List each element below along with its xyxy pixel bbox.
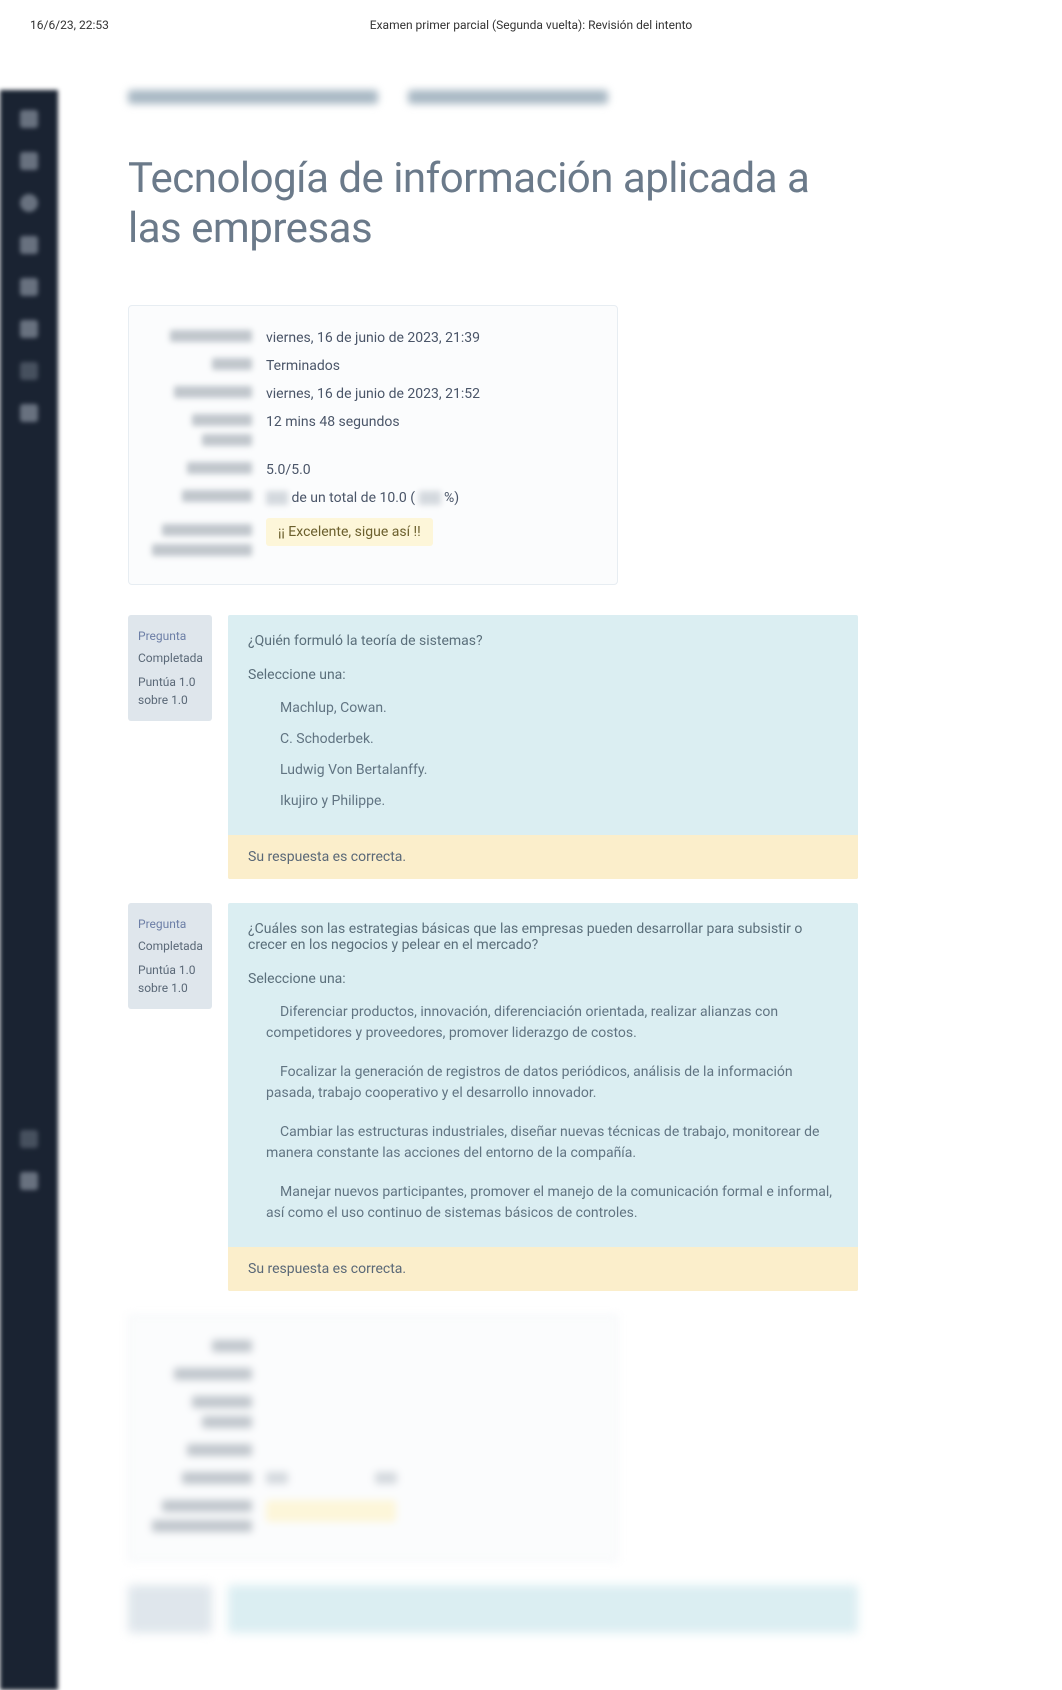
nav-icon[interactable] [20,1130,38,1148]
question-label: Pregunta [138,627,202,645]
nav-icon[interactable] [20,320,38,338]
page-title: Tecnología de información aplicada a las… [128,154,858,255]
grade-value: de un total de 10.0 ( %) [266,490,595,506]
question-block: Pregunta Completada Puntúa 1.0 sobre 1.0… [128,903,858,1291]
question-body: ¿Quién formuló la teoría de sistemas? Se… [228,615,858,879]
question-block: Pregunta Completada Puntúa 1.0 sobre 1.0… [128,615,858,879]
blurred-question-preview [128,1585,858,1633]
print-header: 16/6/23, 22:53 Examen primer parcial (Se… [0,0,1062,50]
blurred-summary-preview [128,1315,618,1561]
completed-on-value: viernes, 16 de junio de 2023, 21:52 [266,386,595,402]
question-meta: Pregunta Completada Puntúa 1.0 sobre 1.0 [128,903,212,1009]
question-meta: Pregunta Completada Puntúa 1.0 sobre 1.0 [128,615,212,721]
question-marks: Puntúa 1.0 sobre 1.0 [138,673,202,709]
answer-option[interactable]: Ikujiro y Philippe. [248,786,838,817]
answer-option[interactable]: Manejar nuevos participantes, promover e… [248,1177,838,1229]
answer-feedback: Su respuesta es correcta. [228,835,858,879]
answer-option[interactable]: Ludwig Von Bertalanffy. [248,755,838,786]
select-prompt: Seleccione una: [248,971,838,987]
answer-option[interactable]: C. Schoderbek. [248,724,838,755]
question-status: Completada [138,649,202,667]
question-text: ¿Cuáles son las estrategias básicas que … [248,921,838,953]
nav-icon[interactable] [20,152,38,170]
attempt-summary: viernes, 16 de junio de 2023, 21:39 Term… [128,305,618,585]
print-title: Examen primer parcial (Segunda vuelta): … [281,18,782,32]
question-status: Completada [138,937,202,955]
answer-option[interactable]: Focalizar la generación de registros de … [248,1057,838,1109]
nav-icon[interactable] [20,362,38,380]
answer-option[interactable]: Machlup, Cowan. [248,693,838,724]
state-value: Terminados [266,358,595,374]
sidebar-nav [0,90,58,1690]
nav-icon[interactable] [20,194,38,212]
time-taken-value: 12 mins 48 segundos [266,414,595,430]
question-text: ¿Quién formuló la teoría de sistemas? [248,633,838,649]
question-label: Pregunta [138,915,202,933]
question-marks: Puntúa 1.0 sobre 1.0 [138,961,202,997]
marks-value: 5.0/5.0 [266,462,595,478]
question-body: ¿Cuáles son las estrategias básicas que … [228,903,858,1291]
nav-icon[interactable] [20,1172,38,1190]
nav-icon[interactable] [20,278,38,296]
print-datetime: 16/6/23, 22:53 [30,18,281,32]
answer-option[interactable]: Diferenciar productos, innovación, difer… [248,997,838,1049]
feedback-value: ¡¡ Excelente, sigue así !! [266,518,433,546]
answer-option[interactable]: Cambiar las estructuras industriales, di… [248,1117,838,1169]
breadcrumb [128,90,858,104]
nav-icon[interactable] [20,236,38,254]
started-on-value: viernes, 16 de junio de 2023, 21:39 [266,330,595,346]
nav-icon[interactable] [20,404,38,422]
nav-icon[interactable] [20,110,38,128]
answer-feedback: Su respuesta es correcta. [228,1247,858,1291]
select-prompt: Seleccione una: [248,667,838,683]
